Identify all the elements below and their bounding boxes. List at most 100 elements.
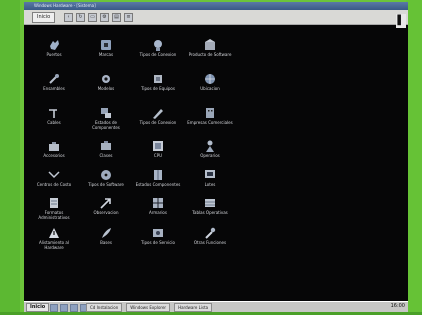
desktop-icon[interactable]: Tipos de Conexion bbox=[133, 105, 183, 125]
feather-icon bbox=[99, 225, 113, 239]
taskbar-task[interactable]: Hardware Lista bbox=[174, 303, 213, 312]
desktop-icon[interactable]: Operarios bbox=[185, 138, 235, 158]
desktop-icon-label: Producto de Software bbox=[188, 52, 232, 57]
desktop-icon-label: CPU bbox=[153, 153, 163, 158]
taskbar: Inicio Cd Instalacion Windows Explorer H… bbox=[24, 301, 408, 312]
desktop-icon-label: Operarios bbox=[200, 153, 220, 158]
desktop-icon[interactable]: Tipos de Software bbox=[81, 167, 131, 187]
grid-icon bbox=[151, 195, 165, 209]
desktop-icon[interactable]: Estados de Componentes bbox=[81, 105, 131, 130]
screen: Windows Hardware - [Sistema] Inicio ‹ ↻ … bbox=[24, 2, 408, 312]
desktop-icon[interactable]: Ensambles bbox=[29, 71, 79, 91]
desktop-icon-label: Alistamiento al Hardware bbox=[39, 240, 69, 250]
cd-icon bbox=[99, 167, 113, 181]
desktop-icon[interactable]: Observacion bbox=[81, 195, 131, 215]
desktop-icon-label: Centros de Costo bbox=[36, 182, 72, 187]
desktop-icon-label: Tipos de Servicio bbox=[141, 240, 175, 245]
desktop-icon-label: Accesorios bbox=[43, 153, 65, 158]
desktop: Puertos Marcas Tipos de Conexion Producto d… bbox=[24, 25, 408, 302]
tools-icon[interactable]: ⚙ bbox=[100, 12, 109, 22]
disk-icon bbox=[99, 37, 113, 51]
desktop-icon[interactable]: Tipos de Equipos bbox=[133, 71, 183, 91]
desktop-icon-label: Cables bbox=[47, 120, 61, 125]
monitor-icon bbox=[203, 167, 217, 181]
book-icon bbox=[151, 167, 165, 181]
desktop-icon[interactable]: Clases bbox=[81, 138, 131, 158]
desktop-icon-label: Ubicacion bbox=[200, 86, 220, 91]
settings-icon[interactable]: ≡ bbox=[124, 12, 133, 22]
desktop-icon[interactable]: Accesorios bbox=[29, 138, 79, 158]
desktop-icon[interactable]: Tipos de Servicio bbox=[133, 225, 183, 245]
desktop-icon-label: Modelos bbox=[97, 86, 115, 91]
desktop-icon[interactable]: Alistamiento al Hardware bbox=[29, 225, 79, 250]
folder-icon[interactable]: ▭ bbox=[88, 12, 97, 22]
desktop-icon[interactable]: Centros de Costo bbox=[29, 167, 79, 187]
tools-icon bbox=[47, 71, 61, 85]
cpu-icon bbox=[151, 138, 165, 152]
monitor-bezel-left bbox=[0, 0, 20, 315]
system-tray-clock: 16:00 bbox=[390, 303, 405, 309]
service-icon bbox=[151, 225, 165, 239]
taskbar-tasks: Cd Instalacion Windows Explorer Hardware… bbox=[86, 303, 213, 312]
quick-launch bbox=[50, 304, 88, 312]
desktop-icon[interactable]: Empresas Comerciales bbox=[185, 105, 235, 125]
globe-icon bbox=[203, 71, 217, 85]
desktop-icon-label: Armarios bbox=[149, 210, 167, 215]
desktop-icon-label: Lotes bbox=[204, 182, 216, 187]
toolbar-start-button[interactable]: Inicio bbox=[32, 12, 56, 23]
desktop-icon[interactable]: CPU bbox=[133, 138, 183, 158]
pencil-icon bbox=[151, 105, 165, 119]
desktop-icon[interactable]: Lotes bbox=[185, 167, 235, 187]
desktop-icon[interactable]: Cables bbox=[29, 105, 79, 125]
desktop-icon-label: Estados de Componentes bbox=[92, 120, 120, 130]
desktop-icon[interactable]: Formatos Administrativos bbox=[29, 195, 79, 220]
toolbox-icon bbox=[99, 138, 113, 152]
print-icon[interactable]: ▤ bbox=[112, 12, 121, 22]
chip-icon bbox=[151, 71, 165, 85]
desktop-icon[interactable]: Tipos de Conexion bbox=[133, 37, 183, 57]
desktop-icon[interactable]: Tablas Operativas bbox=[185, 195, 235, 215]
desktop-icon[interactable]: Bases bbox=[81, 225, 131, 245]
package-icon bbox=[203, 37, 217, 51]
taskbar-task[interactable]: Cd Instalacion bbox=[86, 303, 123, 312]
desktop-icon[interactable]: Armarios bbox=[133, 195, 183, 215]
desktop-icon-label: Tipos de Equipos bbox=[141, 86, 175, 91]
taskbar-task[interactable]: Windows Explorer bbox=[126, 303, 171, 312]
building-icon bbox=[203, 105, 217, 119]
desktop-icon[interactable]: Estados Componentes bbox=[133, 167, 183, 187]
refresh-icon[interactable]: ↻ bbox=[76, 12, 85, 22]
desktop-icon[interactable]: Otras Funciones bbox=[185, 225, 235, 245]
window-title: Windows Hardware - [Sistema] bbox=[34, 3, 96, 8]
state-icon bbox=[99, 105, 113, 119]
start-button[interactable]: Inicio bbox=[26, 303, 50, 312]
quick-launch-icon[interactable] bbox=[50, 304, 58, 312]
desktop-icon[interactable]: Puertos bbox=[29, 37, 79, 57]
toolbar-icons: ‹ ↻ ▭ ⚙ ▤ ≡ bbox=[64, 12, 133, 22]
back-icon[interactable]: ‹ bbox=[64, 12, 73, 22]
toolbar: Inicio ‹ ↻ ▭ ⚙ ▤ ≡ bbox=[24, 10, 408, 25]
monitor-bezel-right bbox=[406, 0, 422, 315]
quick-launch-icon[interactable] bbox=[70, 304, 78, 312]
desktop-icon[interactable]: Marcas bbox=[81, 37, 131, 57]
desktop-icon-label: Tipos de Software bbox=[88, 182, 124, 187]
desktop-icon-label: Tablas Operativas bbox=[192, 210, 228, 215]
desktop-icon-label: Clases bbox=[99, 153, 113, 158]
briefcase-icon bbox=[47, 138, 61, 152]
desktop-icon-label: Tipos de Conexion bbox=[139, 52, 177, 57]
wrench-icon bbox=[203, 225, 217, 239]
desktop-icon-label: Formatos Administrativos bbox=[38, 210, 70, 220]
hand-icon bbox=[47, 37, 61, 51]
cable-icon bbox=[47, 105, 61, 119]
desktop-icon-label: Puertos bbox=[46, 52, 62, 57]
network-icon bbox=[151, 37, 165, 51]
desktop-icon[interactable]: Ubicacion bbox=[185, 71, 235, 91]
warning-icon bbox=[47, 225, 61, 239]
user-icon bbox=[203, 138, 217, 152]
desktop-icon-label: Bases bbox=[100, 240, 112, 245]
desktop-icon[interactable]: Producto de Software bbox=[185, 37, 235, 57]
window-titlebar: Windows Hardware - [Sistema] bbox=[24, 2, 408, 10]
desktop-icon-label: Ensambles bbox=[43, 86, 65, 91]
table-icon bbox=[203, 195, 217, 209]
quick-launch-icon[interactable] bbox=[60, 304, 68, 312]
desktop-icon[interactable]: Modelos bbox=[81, 71, 131, 91]
